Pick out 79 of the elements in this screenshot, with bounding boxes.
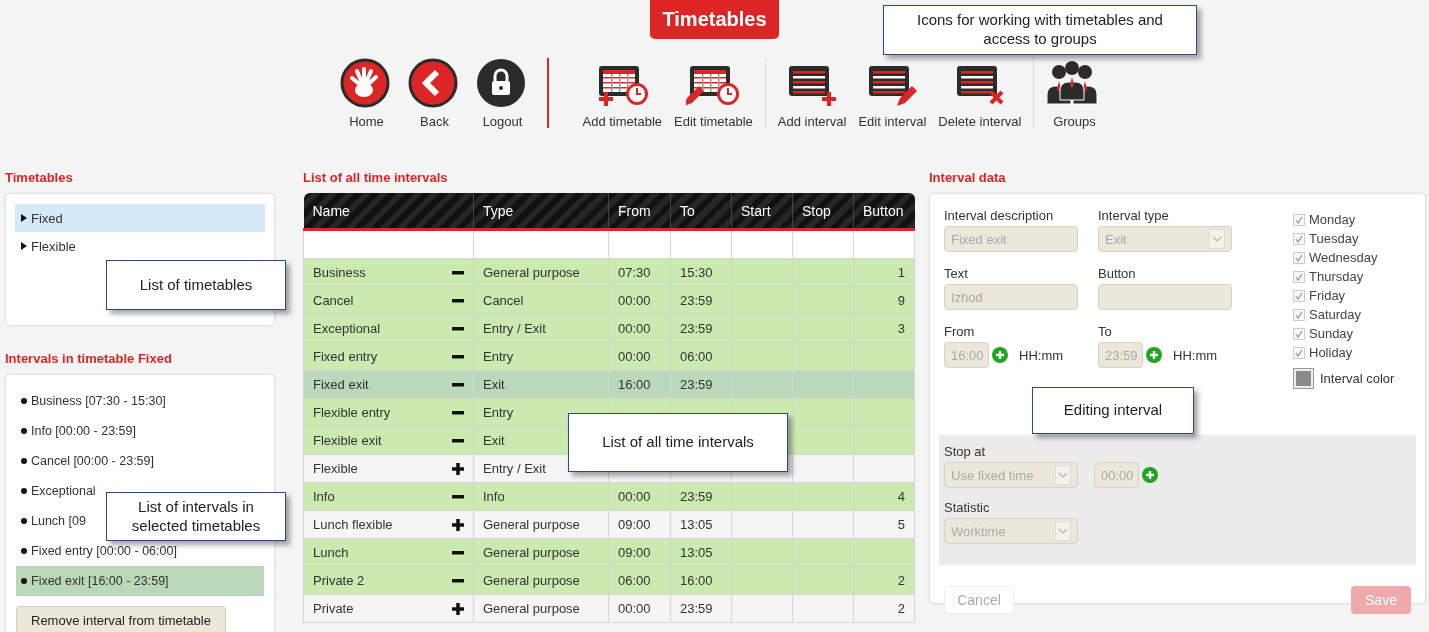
table-cell: 2 [853,566,915,595]
table-cell: 3 [853,314,915,343]
callout-tooltip: Editing interval [1032,387,1194,434]
checkbox-label: Monday [1309,212,1356,227]
table-cell: Cancel [313,293,354,308]
table-cell: Private 2 [313,573,365,588]
field-label: To [1098,324,1113,340]
table-cell: 15:30 [670,258,732,287]
table-cell: Flexible [313,461,358,476]
table-cell: Info [313,489,335,504]
table-cell: Lunch flexible [313,517,393,532]
table-cell: General purpose [473,538,609,567]
checkbox-label: Wednesday [1309,250,1378,265]
page-title: Timetables [650,0,779,39]
table-cell: 09:00 [608,510,671,539]
table-cell: Fixed entry [313,349,378,364]
table-cell: 9 [853,286,915,315]
table-cell: Lunch [313,545,349,560]
table-cell: Entry / Exit [473,314,609,343]
table-cell: 00:00 [608,594,671,623]
field-label: Text [944,266,969,282]
field-label: Button [1098,266,1137,282]
table-cell: Info [473,482,609,511]
table-cell: General purpose [473,594,609,623]
table-cell: Exit [473,370,609,399]
table-cell: Fixed exit [313,377,369,392]
table-cell: 06:00 [670,342,732,371]
table-cell: 06:00 [608,566,671,595]
table-cell: 5 [853,510,915,539]
field-label: Interval color [1320,371,1395,386]
table-cell: 4 [853,482,915,511]
table-cell: 1 [853,258,915,287]
section-heading: Intervals in timetable Fixed [5,351,173,366]
table-cell: 00:00 [608,342,671,371]
field-label: From [944,324,976,340]
table-cell: 23:59 [670,482,732,511]
table-cell: General purpose [473,510,609,539]
callout-tooltip: Icons for working with timetables and access to groups [883,5,1197,55]
field-label: Stop at [944,444,987,460]
table-cell: 23:59 [670,594,732,623]
table-cell: Entry [473,342,609,371]
table-cell: 00:00 [608,482,671,511]
checkbox-label: Tuesday [1309,231,1359,246]
table-cell: General purpose [473,258,609,287]
table-cell: 16:00 [608,370,671,399]
checkbox-label: Friday [1309,288,1346,303]
checkbox-label: Thursday [1309,269,1364,284]
table-cell: 13:05 [670,538,732,567]
table-cell: 23:59 [670,370,732,399]
table-cell: 16:00 [670,566,732,595]
table-cell: Private [313,601,354,616]
table-cell: 00:00 [608,314,671,343]
table-cell: 00:00 [608,286,671,315]
checkbox-label: Holiday [1309,345,1353,360]
table-cell: 23:59 [670,286,732,315]
table-cell: General purpose [473,566,609,595]
callout-tooltip: List of intervals in selected timetables [106,492,286,541]
table-cell: 13:05 [670,510,732,539]
table-cell: 2 [853,594,915,623]
field-label: Interval description [944,208,1055,224]
callout-tooltip: List of all time intervals [568,413,788,472]
table-cell: Flexible entry [313,405,391,420]
table-cell: Business [313,265,366,280]
field-label: Statistic [944,500,991,516]
unit-label: HH:mm [1173,347,1218,363]
section-heading: Timetables [5,170,74,185]
section-heading: Interval data [929,170,1007,185]
section-heading: List of all time intervals [303,170,449,185]
checkbox-label: Sunday [1309,326,1354,341]
checkbox-label: Saturday [1309,307,1362,322]
field-label: Interval type [1098,208,1170,224]
table-cell: 09:00 [608,538,671,567]
table-cell: Cancel [473,286,609,315]
table-cell: Exceptional [313,321,381,336]
unit-label: HH:mm [1019,347,1064,363]
callout-tooltip: List of timetables [106,260,286,310]
table-cell: 07:30 [608,258,671,287]
table-cell: Flexible exit [313,433,382,448]
table-cell: 23:59 [670,314,732,343]
